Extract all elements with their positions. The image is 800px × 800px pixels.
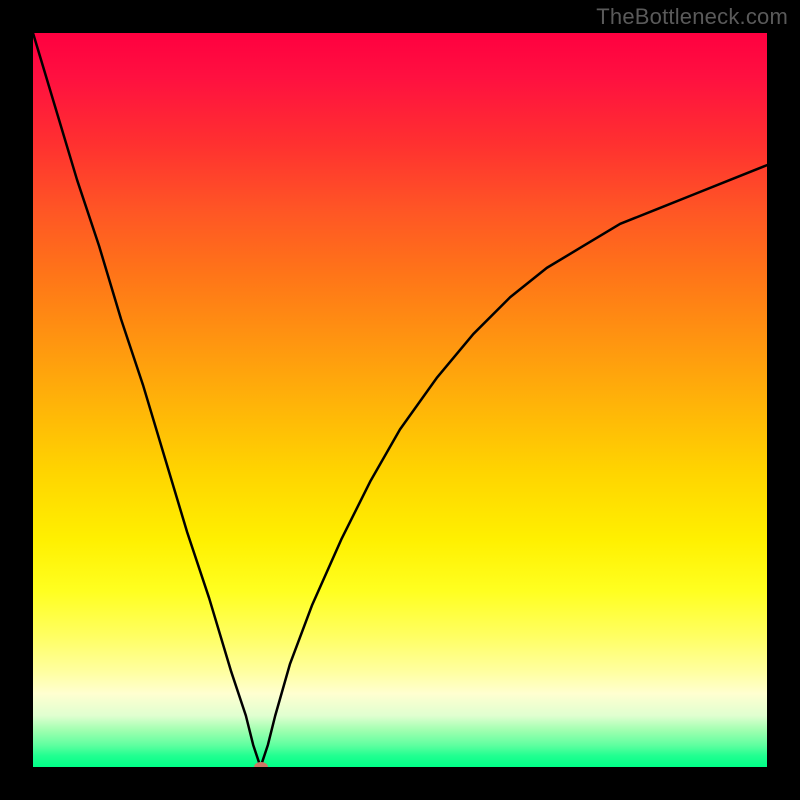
bottleneck-curve	[33, 33, 767, 767]
plot-area	[33, 33, 767, 767]
minimum-marker-icon	[254, 762, 268, 767]
chart-wrapper: TheBottleneck.com	[0, 0, 800, 800]
watermark-text: TheBottleneck.com	[596, 4, 788, 30]
